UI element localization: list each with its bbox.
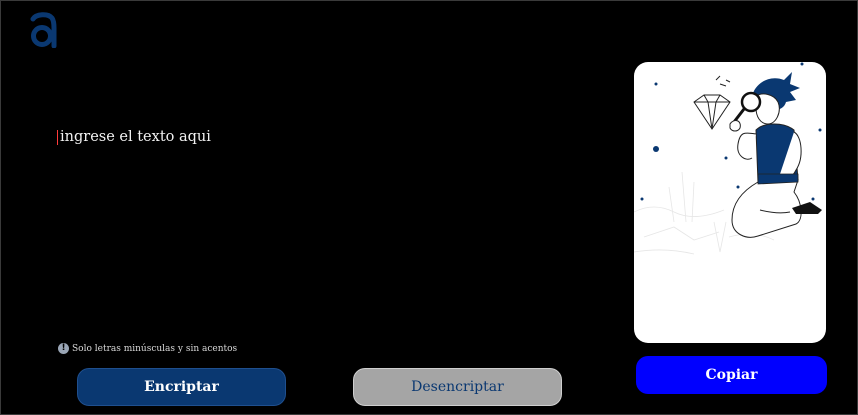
output-card: [634, 62, 826, 343]
encrypt-button[interactable]: Encriptar: [77, 368, 286, 406]
message-input[interactable]: [56, 126, 600, 326]
info-icon: !: [58, 343, 69, 354]
decrypt-button[interactable]: Desencriptar: [353, 368, 562, 406]
hint-text: Solo letras minúsculas y sin acentos: [72, 343, 238, 354]
person-with-magnifying-glass-illustration: [634, 62, 822, 255]
alura-logo-icon[interactable]: [28, 12, 58, 48]
input-hint: ! Solo letras minúsculas y sin acentos: [58, 343, 237, 354]
text-caret: [57, 130, 58, 145]
copy-button[interactable]: Copiar: [636, 356, 827, 394]
